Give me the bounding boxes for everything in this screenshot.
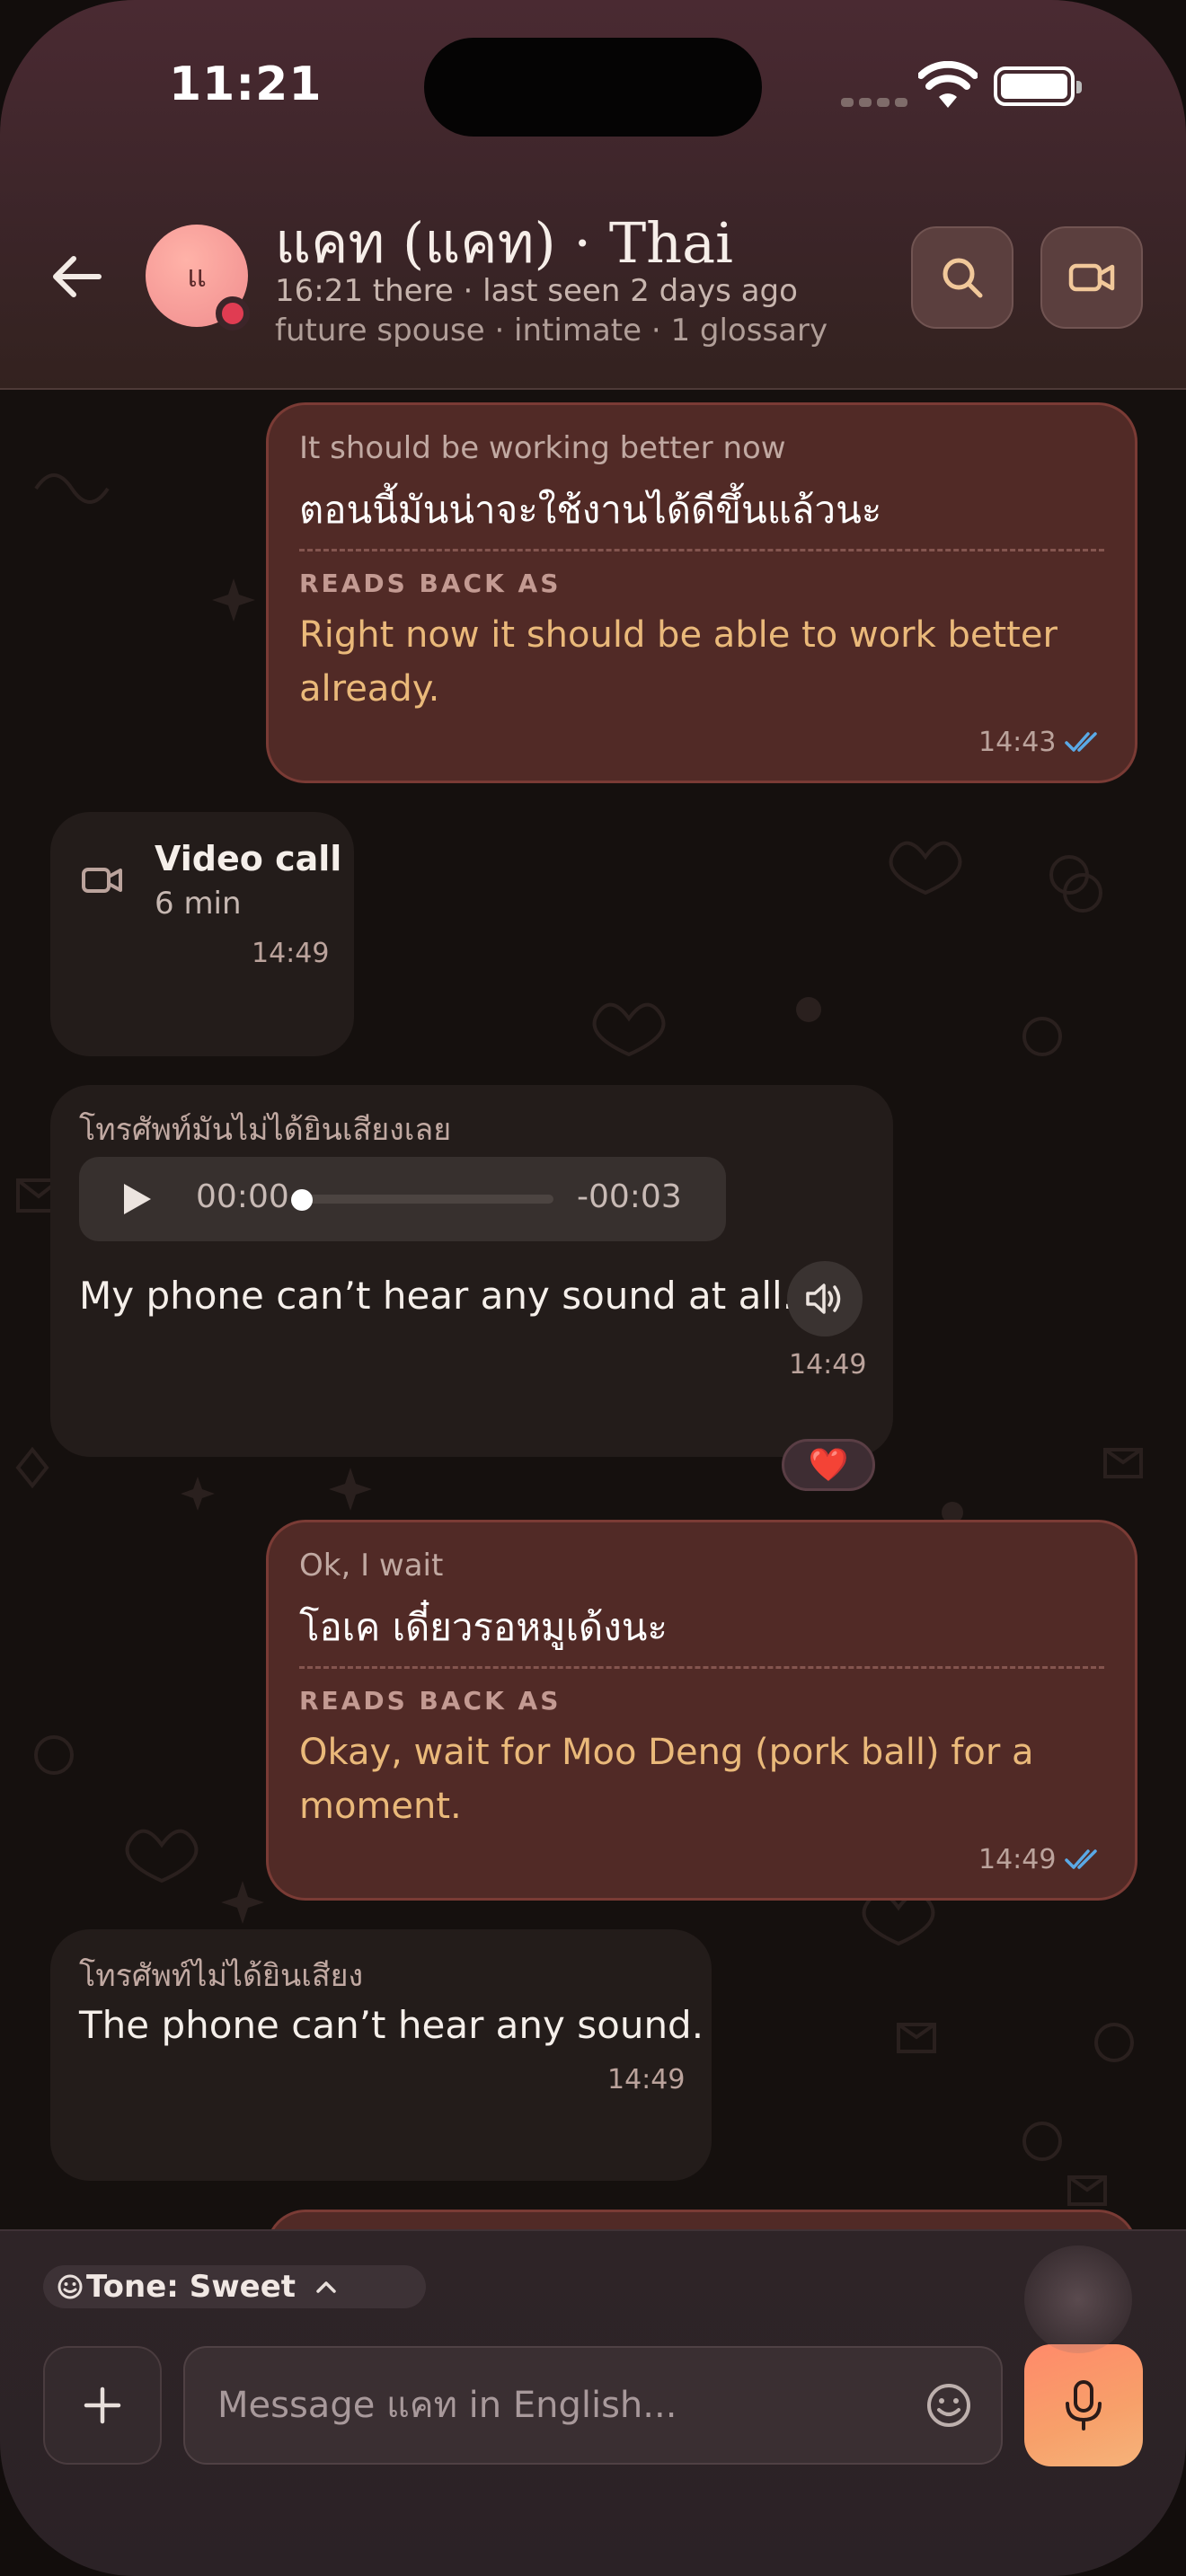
contact-relationship: future spouse · intimate · 1 glossary — [275, 313, 828, 348]
video-camera-icon — [1068, 263, 1115, 292]
outgoing-message-partial[interactable] — [266, 2210, 1137, 2229]
audio-remaining: -00:03 — [577, 1178, 682, 1215]
divider — [299, 549, 1104, 551]
message-time: 14:49 — [978, 1844, 1057, 1875]
composer: Tone: Sweet — [0, 2229, 1186, 2576]
chat-header: 11:21 แ แคท (แคท) · Thai 16:21 there · l… — [0, 0, 1186, 390]
presence-indicator — [216, 296, 250, 331]
phone-screen: 11:21 แ แคท (แคท) · Thai 16:21 there · l… — [0, 0, 1186, 2576]
message-time: 14:49 — [607, 2064, 686, 2095]
speaker-icon — [806, 1284, 841, 1314]
message-original-text: โทรศัพท์ไม่ได้ยินเสียง — [79, 1958, 364, 1994]
reads-back-label: READS BACK AS — [299, 569, 562, 598]
audio-scrubber-knob[interactable] — [291, 1189, 313, 1211]
read-ticks-icon — [1065, 1849, 1097, 1869]
read-ticks-icon — [1065, 732, 1097, 752]
call-duration: 6 min — [155, 886, 242, 922]
voice-message[interactable]: โทรศัพท์มันไม่ได้ยินเสียงเลย 00:00 -00:0… — [50, 1085, 893, 1457]
incoming-message[interactable]: โทรศัพท์ไม่ได้ยินเสียง The phone can’t h… — [50, 1929, 712, 2181]
attach-button[interactable] — [43, 2346, 162, 2465]
video-camera-icon — [82, 868, 122, 893]
plus-icon — [84, 2386, 121, 2424]
wifi-icon — [918, 61, 978, 108]
message-time: 14:43 — [978, 727, 1057, 758]
message-time: 14:49 — [252, 938, 330, 969]
contact-local-time: 16:21 there · last seen 2 days ago — [275, 273, 798, 309]
outgoing-message[interactable]: It should be working better now ตอนนี้มั… — [266, 402, 1137, 783]
message-translation: ตอนนี้มันน่าจะใช้งานได้ดีขึ้นแล้วนะ — [299, 488, 882, 532]
message-list[interactable]: It should be working better now ตอนนี้มั… — [0, 390, 1186, 2229]
message-source-text: Ok, I wait — [299, 1548, 444, 1584]
play-translation-button[interactable] — [787, 1261, 863, 1337]
microphone-icon — [1066, 2380, 1102, 2430]
message-input[interactable] — [217, 2348, 900, 2463]
back-arrow-icon[interactable] — [49, 251, 106, 302]
emoji-icon[interactable] — [922, 2378, 976, 2432]
reads-back-line: Right now it should be able to work bett… — [299, 614, 1058, 656]
message-source-text: It should be working better now — [299, 430, 786, 466]
chevron-up-icon — [316, 2281, 336, 2293]
search-icon — [943, 258, 983, 298]
audio-elapsed: 00:00 — [196, 1178, 289, 1215]
smiley-tone-icon — [58, 2274, 83, 2299]
voice-record-button[interactable] — [1024, 2344, 1143, 2466]
message-original-text: โทรศัพท์มันไม่ได้ยินเสียงเลย — [79, 1112, 452, 1148]
message-translation: My phone can’t hear any sound at all. — [79, 1274, 795, 1318]
reads-back-line: already. — [299, 668, 440, 710]
battery-icon — [994, 66, 1082, 106]
assistive-glow — [1024, 2245, 1132, 2353]
signal-icon — [841, 93, 913, 110]
reaction-emoji: ❤️ — [808, 1447, 849, 1484]
message-time: 14:49 — [789, 1349, 867, 1381]
message-translation: The phone can’t hear any sound. — [79, 2003, 704, 2047]
tone-label: Tone: Sweet — [86, 2269, 296, 2305]
reads-back-line: moment. — [299, 1786, 462, 1827]
status-time: 11:21 — [169, 57, 323, 111]
reads-back-line: Okay, wait for Moo Deng (pork ball) for … — [299, 1732, 1034, 1773]
dynamic-island — [424, 38, 762, 137]
message-field[interactable] — [183, 2346, 1003, 2465]
message-translation: โอเค เดี๋ยวรอหมูเด้งนะ — [299, 1605, 668, 1649]
call-title: Video call — [155, 839, 342, 878]
tone-selector[interactable]: Tone: Sweet — [43, 2265, 426, 2308]
heart-reaction[interactable]: ❤️ — [782, 1439, 875, 1491]
audio-player[interactable]: 00:00 -00:03 — [79, 1157, 726, 1241]
audio-scrubber[interactable] — [300, 1195, 553, 1204]
divider — [299, 1666, 1104, 1669]
call-message[interactable]: Video call 6 min 14:49 — [50, 812, 354, 1056]
search-button[interactable] — [911, 226, 1013, 329]
video-call-button[interactable] — [1040, 226, 1143, 329]
avatar-initials: แ — [187, 259, 207, 295]
reads-back-label: READS BACK AS — [299, 1686, 562, 1716]
play-icon[interactable] — [119, 1180, 155, 1218]
outgoing-message[interactable]: Ok, I wait โอเค เดี๋ยวรอหมูเด้งนะ READS … — [266, 1520, 1137, 1901]
